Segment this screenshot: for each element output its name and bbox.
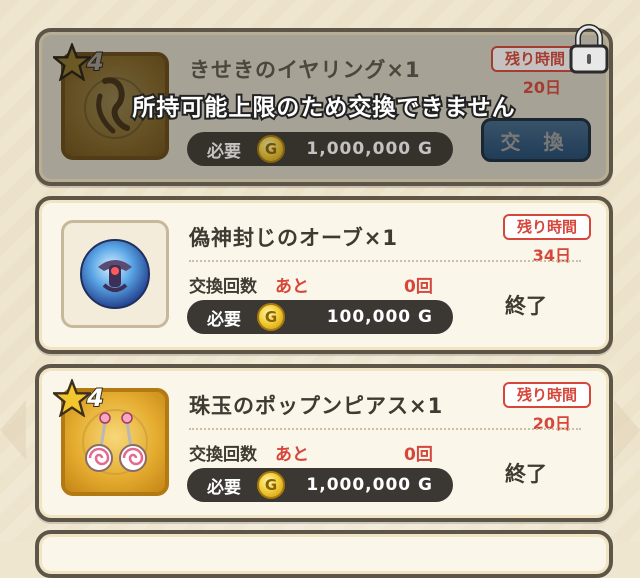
exchange-card-earring-pop: 4 珠玉のポップンピアス×1 残り時間 20日 交換回数 あと 0回 必要 G 1… [35,364,613,522]
need-label: 必要 [207,309,241,330]
exchange-count-label: 交換回数 [189,277,257,297]
exchange-count-row: 交換回数 あと 0回 [189,272,433,297]
orb-icon [80,239,150,309]
item-name: 偽神封じのオーブ×1 [189,226,398,250]
remaining-label: あと [275,445,309,465]
remaining-label: あと [275,277,309,297]
status-ended: 終了 [505,462,547,486]
exchange-card-next [35,530,613,578]
scroll-right-indicator [614,400,640,460]
remaining-count: 0回 [404,445,433,465]
lock-icon [569,24,609,74]
star-icon [53,379,91,417]
cost-pill: 必要 G 1,000,000 G [187,468,453,502]
cost-amount: 1,000,000 G [306,475,433,495]
divider [189,428,581,430]
divider [189,260,581,262]
lock-message: 所持可能上限のため交換できません [130,93,516,123]
exchange-count-label: 交換回数 [189,445,257,465]
item-icon-frame [61,220,169,328]
exchange-card-orb: 偽神封じのオーブ×1 残り時間 34日 交換回数 あと 0回 必要 G 100,0… [35,196,613,354]
status-ended: 終了 [505,294,547,318]
time-remaining-value: 20日 [532,414,571,433]
rarity-number: 4 [86,383,105,413]
need-label: 必要 [207,477,241,498]
item-icon-frame: 4 [53,379,169,496]
rarity-badge: 4 [53,378,125,418]
time-remaining-badge: 残り時間 [503,382,591,408]
exchange-count-row: 交換回数 あと 0回 [189,440,433,465]
scroll-left-indicator [0,400,26,460]
gold-coin-icon: G [257,471,285,499]
item-name: 珠玉のポップンピアス×1 [189,394,444,418]
gold-coin-icon: G [257,303,285,331]
remaining-count: 0回 [404,277,433,297]
time-remaining-badge: 残り時間 [503,214,591,240]
time-remaining-value: 34日 [532,246,571,265]
cost-amount: 100,000 G [326,307,433,327]
cost-pill: 必要 G 100,000 G [187,300,453,334]
